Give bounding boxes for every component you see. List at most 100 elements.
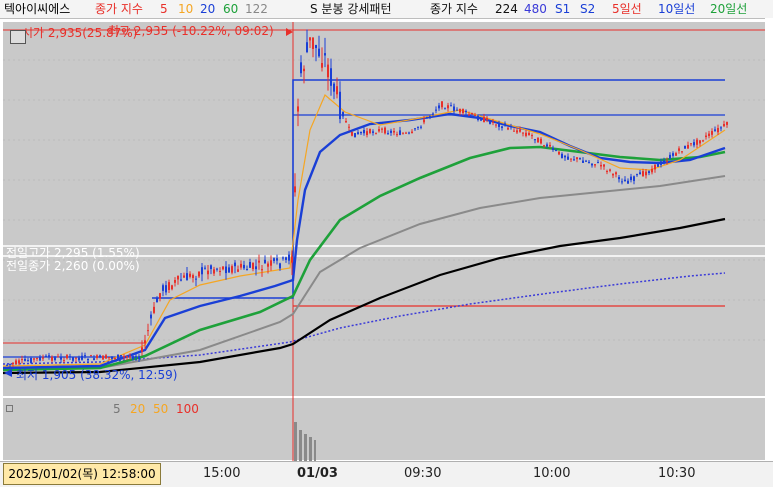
candle-body — [567, 156, 569, 160]
candle-body — [384, 127, 386, 134]
candle-body — [363, 130, 365, 134]
candle-body — [120, 355, 122, 357]
candle-body — [330, 68, 332, 86]
candle-body — [261, 269, 263, 271]
candle-body — [483, 116, 485, 123]
candle-body — [168, 282, 170, 290]
candle-body — [657, 163, 659, 167]
candle-body — [153, 306, 155, 313]
candle-body — [228, 267, 230, 273]
candle-body — [144, 340, 146, 344]
candle-body — [252, 262, 254, 270]
candle-body — [399, 130, 401, 135]
candle-body — [636, 174, 638, 176]
candle-body — [429, 116, 431, 118]
candle-body — [267, 263, 269, 267]
candle-body — [720, 127, 722, 129]
candle-body — [696, 139, 698, 145]
candle-body — [414, 128, 416, 130]
tick-1030: 10:30 — [658, 466, 696, 481]
candle-body — [396, 134, 398, 136]
ma480-line — [2, 272, 726, 365]
candle-body — [216, 268, 218, 270]
candle-body — [468, 114, 470, 116]
candle-body — [18, 360, 20, 364]
candle-body — [387, 133, 389, 135]
candle-body — [615, 172, 617, 175]
candle-body — [624, 179, 626, 182]
grid-icon[interactable] — [10, 30, 26, 44]
candle-body — [342, 112, 344, 117]
candle-body — [708, 133, 710, 136]
candle-body — [39, 356, 41, 361]
candle-body — [603, 164, 605, 167]
candle-body — [321, 63, 323, 68]
candle-body — [105, 355, 107, 359]
candle-body — [60, 356, 62, 360]
candle-body — [573, 159, 575, 161]
candle-body — [84, 355, 86, 357]
candle-body — [318, 48, 320, 57]
candle-body — [54, 357, 56, 361]
candle-body — [714, 129, 716, 131]
candle-body — [444, 108, 446, 110]
candle-body — [726, 122, 728, 125]
candle-body — [705, 135, 707, 138]
candle-body — [66, 355, 68, 359]
candle-body — [297, 106, 299, 112]
candle-body — [129, 356, 131, 358]
candle-body — [693, 142, 695, 146]
candle-body — [699, 140, 701, 144]
candle-body — [393, 130, 395, 133]
candle-body — [201, 267, 203, 275]
candle-body — [57, 356, 59, 358]
candle-body — [465, 110, 467, 113]
candle-body — [249, 262, 251, 268]
candle-body — [99, 355, 101, 358]
candle-body — [711, 131, 713, 135]
candle-body — [558, 151, 560, 155]
candle-body — [522, 132, 524, 134]
candle-body — [504, 123, 506, 126]
candle-body — [264, 259, 266, 264]
candle-body — [51, 356, 53, 361]
candle-body — [477, 115, 479, 121]
candle-body — [585, 160, 587, 162]
candle-body — [186, 273, 188, 281]
candle-body — [501, 126, 503, 128]
candle-body — [669, 154, 671, 159]
candle-body — [324, 53, 326, 56]
low-price-annotation: 최저 1,905 (38.32%, 12:59) — [16, 368, 178, 382]
candle-body — [156, 298, 158, 303]
candle-body — [117, 354, 119, 360]
candle-body — [717, 127, 719, 133]
candle-body — [372, 131, 374, 133]
candle-body — [702, 140, 704, 142]
candle-body — [570, 158, 572, 160]
candle-body — [45, 355, 47, 357]
candle-body — [276, 258, 278, 261]
candle-body — [213, 269, 215, 274]
candle-body — [192, 275, 194, 278]
volume-bars — [294, 422, 316, 462]
candle-body — [609, 169, 611, 171]
candle-body — [357, 132, 359, 135]
candle-body — [162, 285, 164, 291]
candle-body — [675, 153, 677, 156]
candle-body — [633, 176, 635, 181]
candle-body — [6, 364, 8, 366]
candle-body — [354, 133, 356, 138]
candle-body — [660, 161, 662, 165]
candle-body — [630, 176, 632, 181]
candle-body — [114, 358, 116, 360]
candle-body — [198, 271, 200, 277]
candle-body — [177, 275, 179, 280]
volume-panel-icon[interactable] — [6, 405, 13, 412]
candle-body — [366, 131, 368, 136]
candle-body — [171, 285, 173, 290]
candle-body — [456, 109, 458, 111]
candle-body — [543, 145, 545, 147]
candle-body — [564, 155, 566, 158]
candle-body — [123, 356, 125, 358]
candle-body — [621, 181, 623, 183]
